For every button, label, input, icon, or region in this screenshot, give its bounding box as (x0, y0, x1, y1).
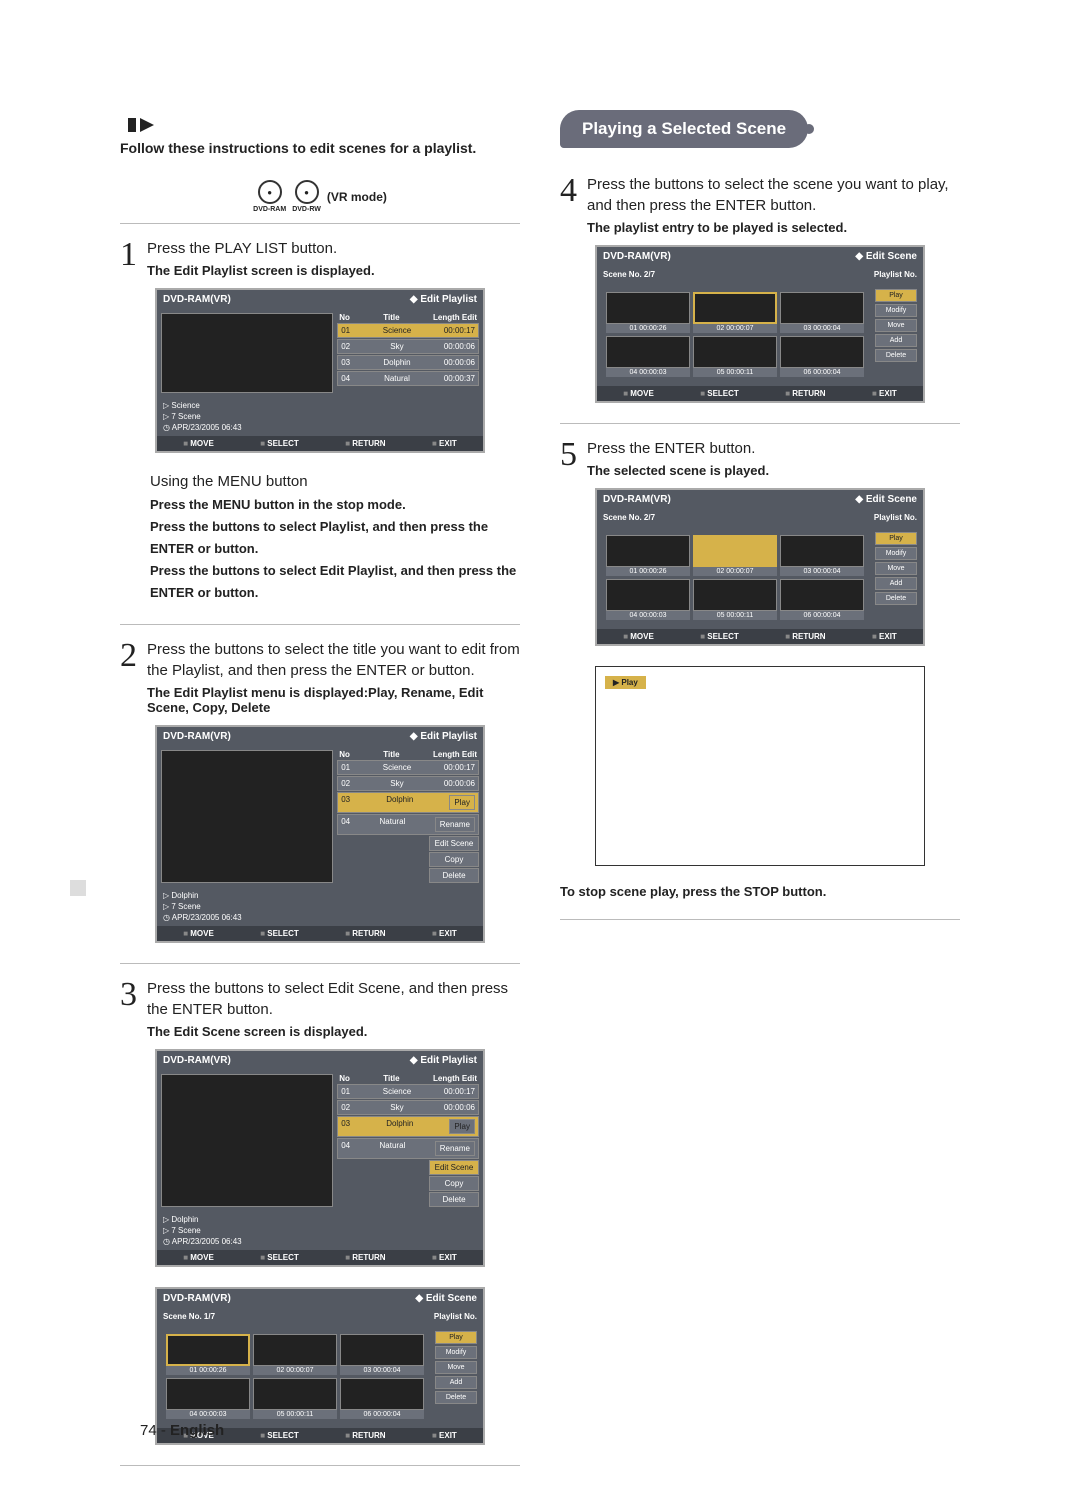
menu-sub-head: Using the MENU button (150, 473, 520, 490)
divider (560, 423, 960, 424)
play-indicator: ▶ Play (605, 676, 646, 689)
scene-thumb: 04 00:00:03 (606, 579, 690, 620)
scene-button-add: Add (875, 577, 917, 590)
intro-text: Follow these instructions to edit scenes… (120, 140, 520, 156)
scene-thumb: 06 00:00:04 (340, 1378, 424, 1419)
scene-button-delete: Delete (435, 1391, 477, 1404)
step-1-text: Press the PLAY LIST button. (147, 238, 375, 259)
scene-button-play: Play (435, 1331, 477, 1344)
screenshot-selected-scene: DVD-RAM(VR)◆ Edit Scene Scene No. 2/7Pla… (595, 245, 925, 403)
right-column: Playing a Selected Scene 4 Press the but… (560, 110, 960, 1480)
screenshot-edit-playlist-1: DVD-RAM(VR)◆ Edit Playlist NoTitleLength… (155, 288, 485, 453)
scene-button-add: Add (435, 1376, 477, 1389)
screenshot-edit-scene-select: DVD-RAM(VR)◆ Edit Playlist NoTitleLength… (155, 1049, 485, 1267)
step-1-bold: The Edit Playlist screen is displayed. (147, 263, 375, 278)
step-5-number: 5 (560, 438, 577, 472)
step-2-text: Press the buttons to select the title yo… (147, 639, 520, 681)
step-4-text: Press the buttons to select the scene yo… (587, 174, 960, 216)
scene-thumb: 04 00:00:03 (606, 336, 690, 377)
scene-thumb: 05 00:00:11 (693, 579, 777, 620)
deco-bar (128, 118, 136, 132)
step-4-bold: The playlist entry to be played is selec… (587, 220, 960, 235)
scene-thumb: 01 00:00:26 (606, 292, 690, 333)
side-margin-tab (70, 880, 86, 896)
divider (120, 963, 520, 964)
scene-thumb: 03 00:00:04 (340, 1334, 424, 1375)
disc-rw-icon: ●DVD-RW (292, 180, 321, 213)
scene-thumb: 06 00:00:04 (780, 336, 864, 377)
vr-mode-label: (VR mode) (327, 190, 387, 204)
scene-button-modify: Modify (875, 304, 917, 317)
scene-thumb: 02 00:00:07 (693, 535, 777, 576)
scene-button-move: Move (875, 319, 917, 332)
scene-button-delete: Delete (875, 349, 917, 362)
stop-note: To stop scene play, press the STOP butto… (560, 884, 960, 899)
scene-thumb: 03 00:00:04 (780, 535, 864, 576)
divider (120, 223, 520, 224)
menu-sub-b3: Press the buttons to select Edit Playlis… (150, 560, 520, 604)
scene-thumb: 01 00:00:26 (606, 535, 690, 576)
scene-button-add: Add (875, 334, 917, 347)
step-1: 1 Press the PLAY LIST button. The Edit P… (120, 238, 520, 604)
screenshot-playback-preview: ▶ Play (595, 666, 925, 866)
scene-button-modify: Modify (875, 547, 917, 560)
deco-triangle (140, 118, 154, 132)
section-heading-playing-scene: Playing a Selected Scene (560, 110, 808, 148)
divider (120, 1465, 520, 1466)
step-3-text: Press the buttons to select Edit Scene, … (147, 978, 520, 1020)
step-5: 5 Press the ENTER button. The selected s… (560, 438, 960, 899)
scene-button-delete: Delete (875, 592, 917, 605)
left-column: Follow these instructions to edit scenes… (120, 110, 520, 1480)
scene-button-play: Play (875, 289, 917, 302)
step-2: 2 Press the buttons to select the title … (120, 639, 520, 943)
scene-thumb: 04 00:00:03 (166, 1378, 250, 1419)
page-columns: Follow these instructions to edit scenes… (120, 110, 960, 1480)
menu-sub-b2: Press the buttons to select Playlist, an… (150, 516, 520, 560)
page-number: 74 - English (140, 1422, 224, 1439)
screenshot-scene-play-highlight: DVD-RAM(VR)◆ Edit Scene Scene No. 2/7Pla… (595, 488, 925, 646)
step-4: 4 Press the buttons to select the scene … (560, 174, 960, 403)
step-4-number: 4 (560, 174, 577, 208)
scene-button-play: Play (875, 532, 917, 545)
step-5-text: Press the ENTER button. (587, 438, 769, 459)
step-2-number: 2 (120, 639, 137, 673)
step-3-number: 3 (120, 978, 137, 1012)
screenshot-edit-playlist-menu: DVD-RAM(VR)◆ Edit Playlist NoTitleLength… (155, 725, 485, 943)
step-1-number: 1 (120, 238, 137, 272)
scene-thumb: 02 00:00:07 (693, 292, 777, 333)
scene-thumb: 06 00:00:04 (780, 579, 864, 620)
divider (120, 624, 520, 625)
step-3-bold: The Edit Scene screen is displayed. (147, 1024, 520, 1039)
scene-thumb: 03 00:00:04 (780, 292, 864, 333)
scene-thumb: 05 00:00:11 (253, 1378, 337, 1419)
divider (560, 919, 960, 920)
scene-thumb: 02 00:00:07 (253, 1334, 337, 1375)
scene-thumb: 01 00:00:26 (166, 1334, 250, 1375)
scene-thumb: 05 00:00:11 (693, 336, 777, 377)
step-5-bold: The selected scene is played. (587, 463, 769, 478)
scene-button-move: Move (435, 1361, 477, 1374)
step-3: 3 Press the buttons to select Edit Scene… (120, 978, 520, 1445)
scene-button-move: Move (875, 562, 917, 575)
disc-ram-icon: ●DVD-RAM (253, 180, 286, 213)
disc-icons-row: ●DVD-RAM ●DVD-RW (VR mode) (120, 180, 520, 213)
menu-sub-b1: Press the MENU button in the stop mode. (150, 494, 520, 516)
step-2-bold: The Edit Playlist menu is displayed:Play… (147, 685, 520, 715)
scene-button-modify: Modify (435, 1346, 477, 1359)
